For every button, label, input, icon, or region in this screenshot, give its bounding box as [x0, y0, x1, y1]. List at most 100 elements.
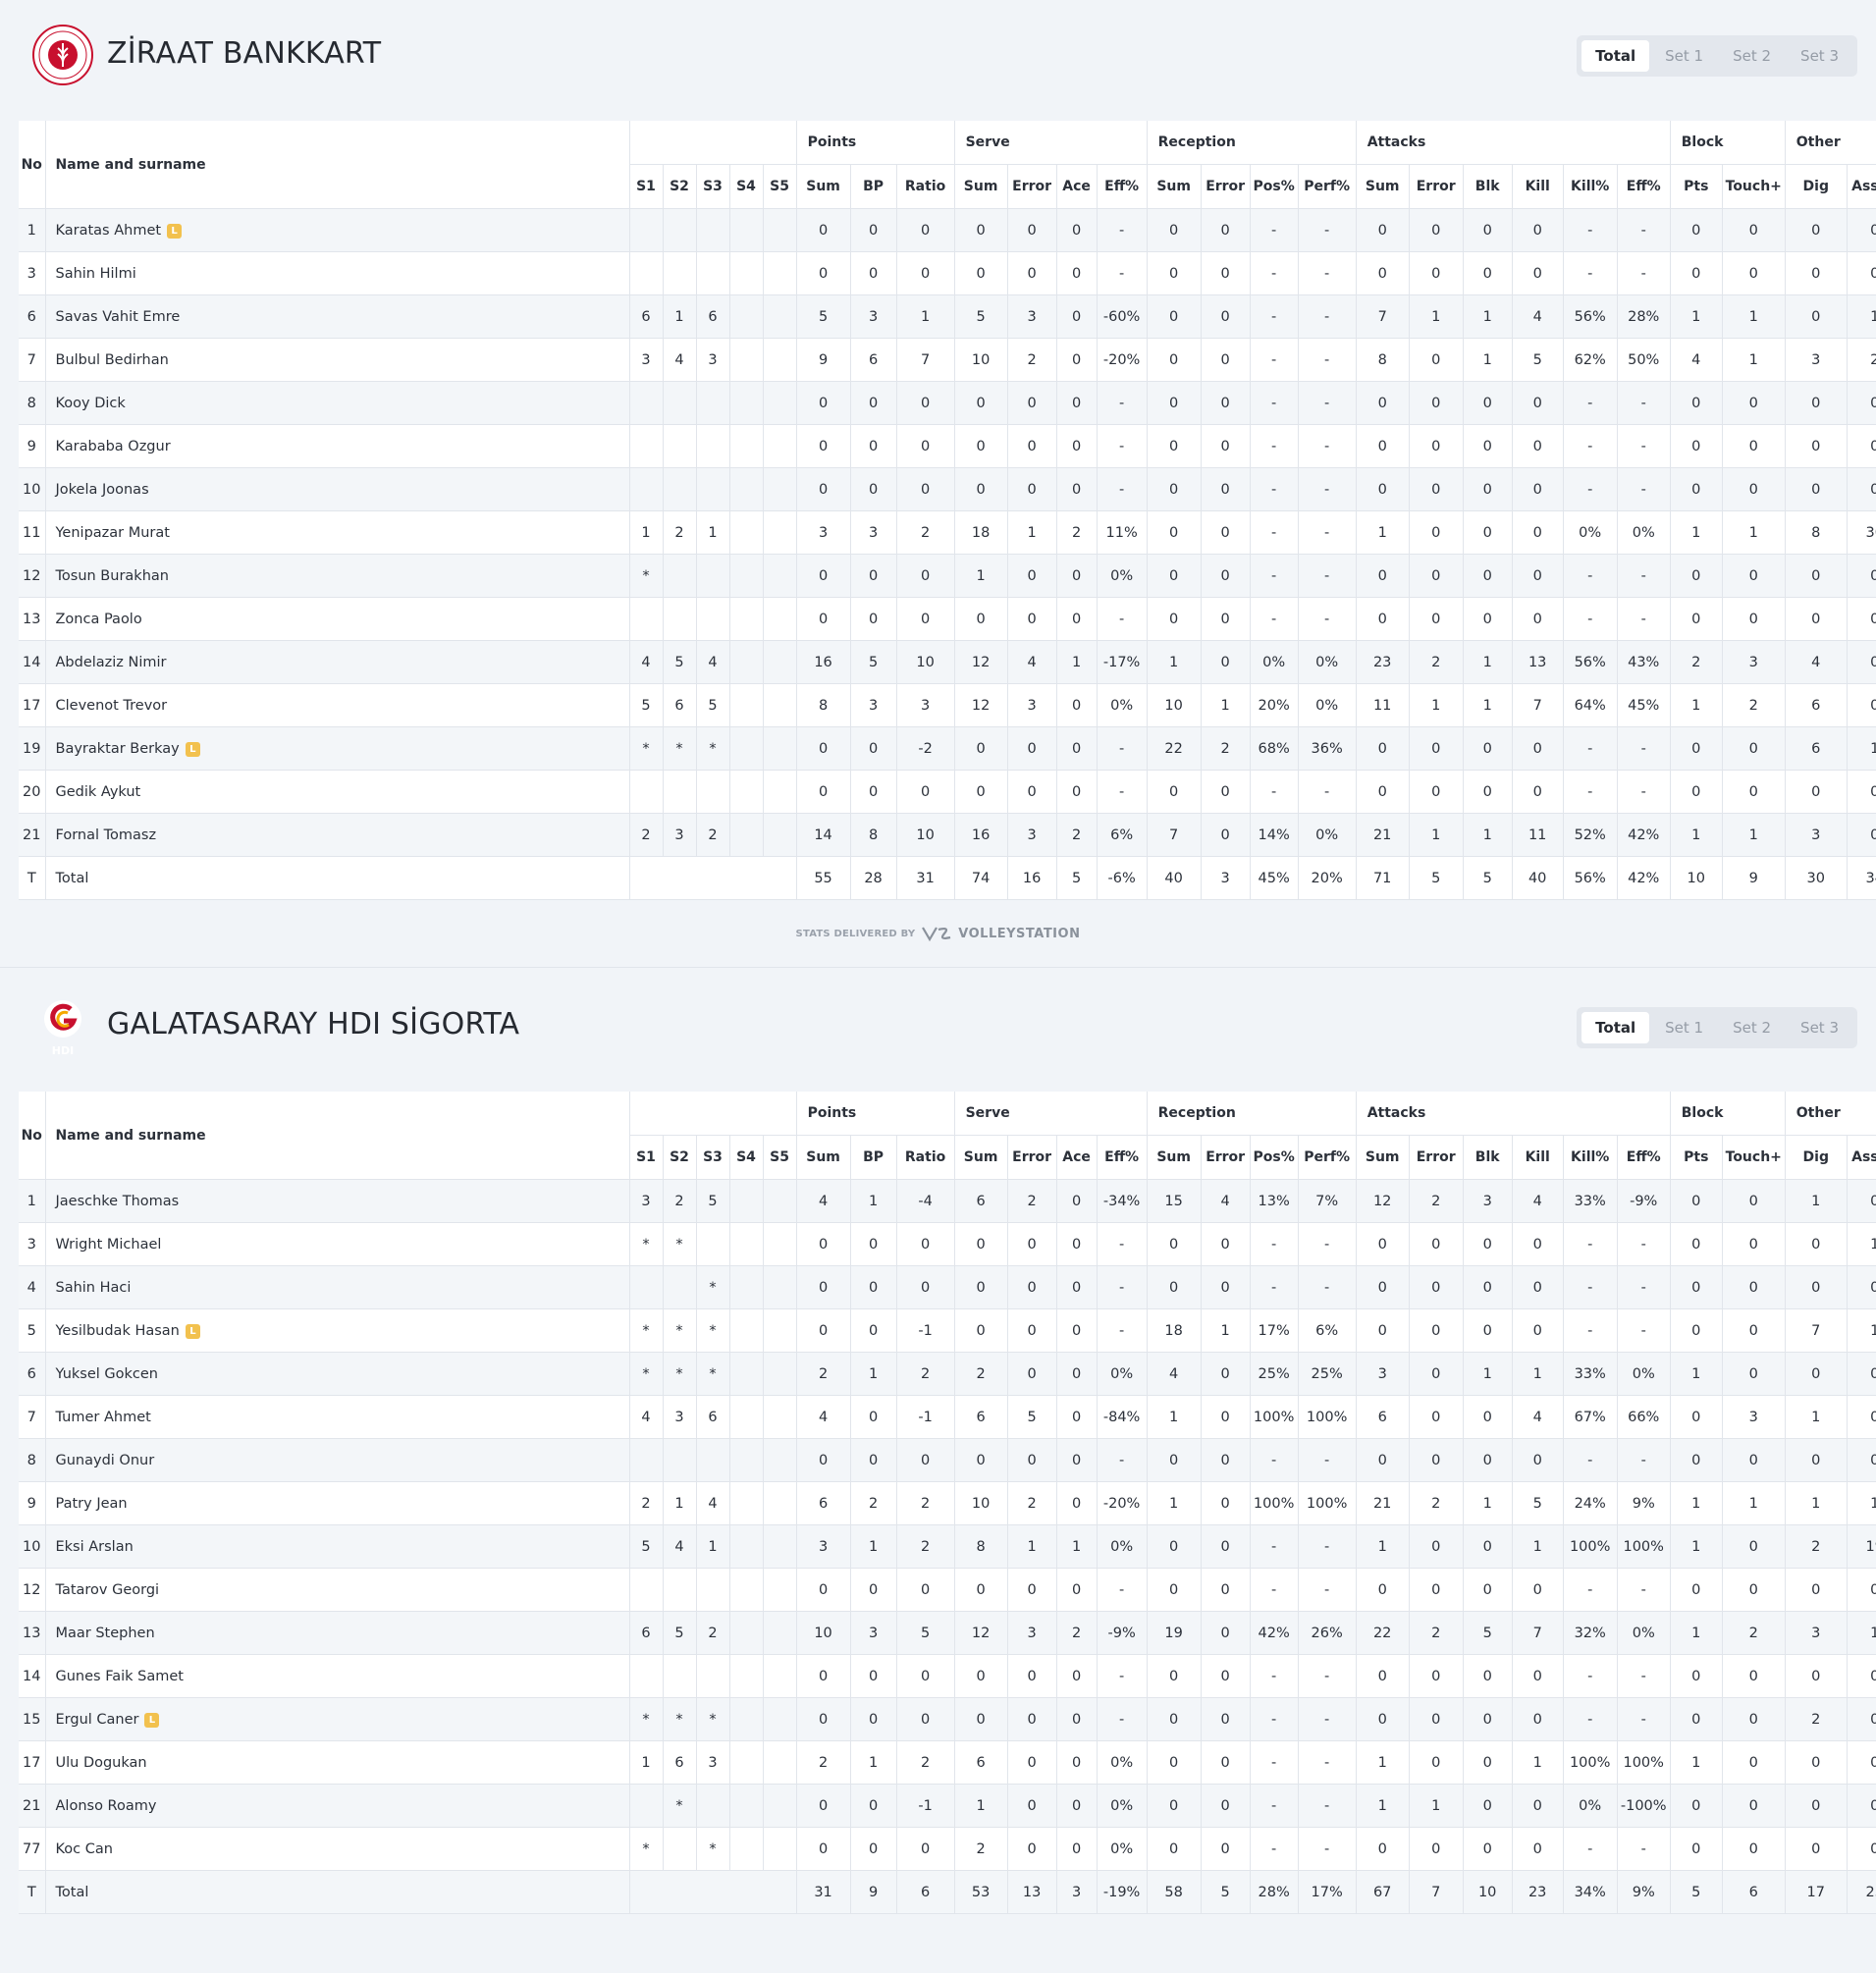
stat-cell: 0: [1147, 1697, 1202, 1741]
stat-cell: 1: [1670, 294, 1723, 339]
set-position: [663, 251, 697, 295]
set-position: [663, 770, 697, 814]
stat-cell: 0: [1670, 251, 1723, 295]
stat-cell: 1: [850, 1524, 897, 1569]
stat-cell: -17%: [1097, 640, 1148, 684]
player-row: 14Gunes Faik Samet000000-00--0000--0000: [19, 1654, 1876, 1698]
set-position: [696, 467, 730, 511]
stat-cell: 0: [1847, 381, 1876, 425]
stat-cell: 0: [896, 424, 955, 468]
stat-cell: -: [1298, 554, 1357, 598]
stat-cell: 7: [1785, 1308, 1848, 1353]
set-position: [663, 208, 697, 252]
stat-cell: 0: [1201, 208, 1251, 252]
set-position: [729, 1352, 764, 1396]
player-row: 21 Fornal Tomasz 2 3 2 14 8 10 16 3 2 6% 7 0 14% 0% 21 1 1…: [19, 813, 1876, 857]
stat-cell: -: [1250, 554, 1299, 598]
stat-cell: 13: [1007, 1870, 1057, 1914]
stat-cell: 0: [796, 1568, 851, 1612]
stat-cell: 0: [896, 554, 955, 598]
stat-cell: -: [1617, 208, 1671, 252]
tab-total[interactable]: Total: [1581, 1012, 1650, 1043]
tab-set-1[interactable]: Set 1: [1651, 40, 1717, 72]
stat-cell: 42%: [1250, 1611, 1299, 1655]
stat-cell: -: [1617, 251, 1671, 295]
header-set-5: S5: [763, 1135, 797, 1180]
stat-cell: 0: [1409, 1308, 1464, 1353]
header-column: Kill%: [1563, 164, 1618, 209]
stat-cell: 0: [1056, 1308, 1098, 1353]
set-position: 2: [629, 1481, 664, 1525]
stat-cell: 0: [1056, 1827, 1098, 1871]
stat-cell: 0: [1722, 1222, 1786, 1266]
stat-cell: 6: [796, 1481, 851, 1525]
stat-cell: -: [1250, 251, 1299, 295]
set-position: 6: [663, 683, 697, 727]
stat-cell: 34: [1847, 856, 1876, 900]
header-column: Sum: [1356, 164, 1410, 209]
stat-cell: 0: [1007, 467, 1057, 511]
set-position: [729, 424, 764, 468]
header-no: No: [19, 121, 46, 209]
stat-cell: 0: [1056, 1740, 1098, 1785]
stat-cell: 0: [1785, 770, 1848, 814]
stat-cell: -: [1250, 1697, 1299, 1741]
libero-badge: L: [144, 1712, 160, 1728]
stat-cell: 0: [896, 1697, 955, 1741]
stat-cell: -: [1298, 208, 1357, 252]
tab-set-3[interactable]: Set 3: [1787, 40, 1852, 72]
stat-cell: 0: [1512, 726, 1564, 771]
stat-cell: 0: [1007, 554, 1057, 598]
stat-cell: 30: [1785, 856, 1848, 900]
stat-cell: -: [1298, 1784, 1357, 1828]
stat-cell: 0: [1463, 1222, 1513, 1266]
stat-cell: 1: [1670, 510, 1723, 555]
stat-cell: 0: [1007, 1697, 1057, 1741]
stat-cell: 0: [1056, 597, 1098, 641]
stat-cell: 0: [1512, 381, 1564, 425]
tab-set-1[interactable]: Set 1: [1651, 1012, 1717, 1043]
stat-cell: 4: [1512, 294, 1564, 339]
stat-cell: 0: [1409, 1438, 1464, 1482]
player-row: 9 Patry Jean 2 1 4 6 2 2 10 2 0 -20% 1 0 100% 100% 21 2 1 5…: [19, 1481, 1876, 1525]
stat-cell: 12: [954, 683, 1008, 727]
set-position: 2: [629, 813, 664, 857]
stat-cell: 0: [1463, 1308, 1513, 1353]
stat-cell: 0: [1201, 381, 1251, 425]
stat-cell: 0: [1056, 1697, 1098, 1741]
stat-cell: 5: [796, 294, 851, 339]
stat-cell: 0: [1785, 251, 1848, 295]
player-name-cell: Total: [45, 1870, 630, 1914]
player-name-cell: Sahin Haci: [45, 1265, 630, 1309]
player-name: Tumer Ahmet: [55, 1409, 151, 1425]
player-name: Sahin Hilmi: [55, 265, 136, 282]
set-position: [763, 424, 797, 468]
stat-cell: 0: [1007, 770, 1057, 814]
stat-cell: 71: [1356, 856, 1410, 900]
stat-cell: 1: [1785, 1179, 1848, 1223]
stat-cell: 0: [1409, 1395, 1464, 1439]
stat-cell: 12: [954, 1611, 1008, 1655]
stat-cell: 5: [1670, 1870, 1723, 1914]
stat-cell: 0: [796, 1438, 851, 1482]
stat-cell: 3: [896, 683, 955, 727]
tab-set-2[interactable]: Set 2: [1719, 1012, 1785, 1043]
player-name: Eksi Arslan: [55, 1538, 134, 1555]
tab-total[interactable]: Total: [1581, 40, 1650, 72]
header-column: Error: [1007, 164, 1057, 209]
stat-cell: 1: [1847, 294, 1876, 339]
set-position: [729, 770, 764, 814]
tab-set-2[interactable]: Set 2: [1719, 40, 1785, 72]
stat-cell: -: [1298, 294, 1357, 339]
tab-set-3[interactable]: Set 3: [1787, 1012, 1852, 1043]
stat-cell: 55: [796, 856, 851, 900]
header-column: Sum: [954, 164, 1008, 209]
stat-cell: 0: [1785, 1438, 1848, 1482]
stat-cell: 0: [896, 597, 955, 641]
stat-cell: 20%: [1250, 683, 1299, 727]
set-position: [663, 1438, 697, 1482]
stat-cell: 100%: [1250, 1481, 1299, 1525]
header-column: Pos%: [1250, 164, 1299, 209]
stat-cell: 2: [1056, 813, 1098, 857]
set-position: [629, 1568, 664, 1612]
